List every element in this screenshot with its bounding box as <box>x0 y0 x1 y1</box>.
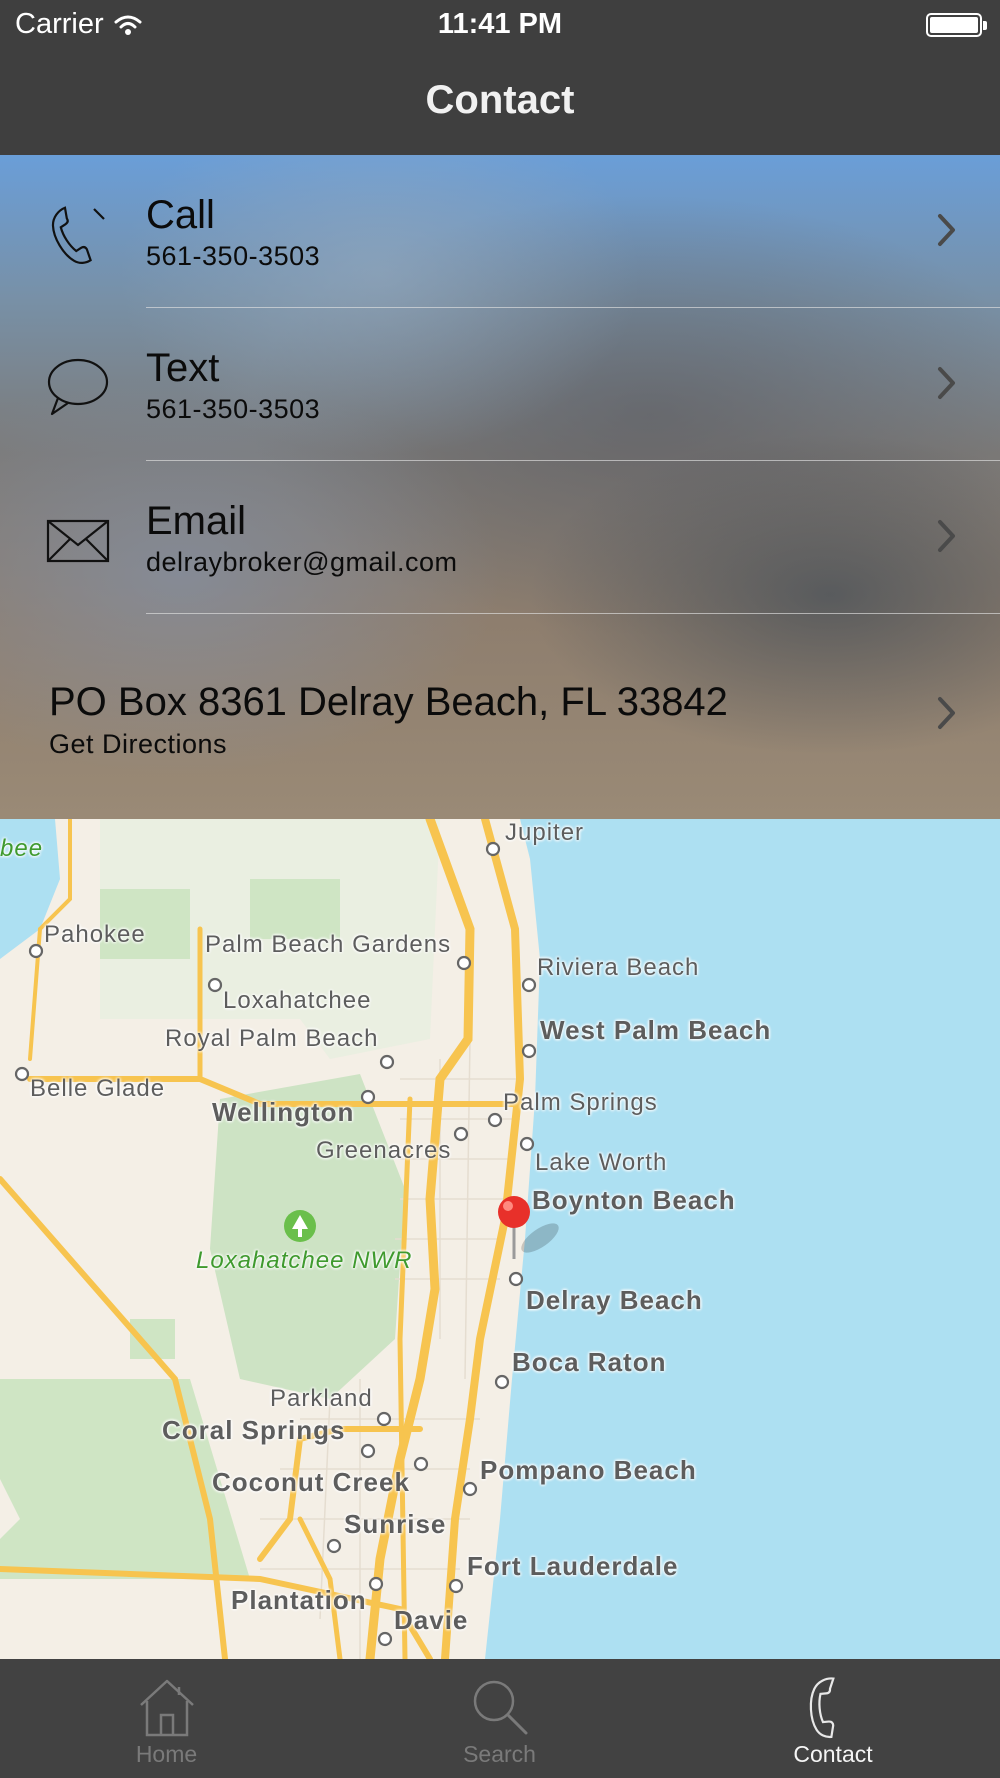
chat-bubble-icon <box>47 358 109 416</box>
house-icon <box>139 1679 194 1737</box>
phone-icon <box>809 1677 835 1739</box>
map-label-coconut-creek: Coconut Creek <box>212 1467 410 1497</box>
tab-home-label: Home <box>135 1741 198 1767</box>
status-time: 11:41 PM <box>437 8 563 40</box>
map-label-fort-lauderdale: Fort Lauderdale <box>467 1551 679 1581</box>
map-label-sunrise: Sunrise <box>344 1509 447 1539</box>
map-view[interactable]: Jupiter bee Pahokee Palm Beach Gardens R… <box>0 819 1000 1659</box>
tab-contact-label: Contact <box>793 1741 873 1767</box>
map-label-jupiter: Jupiter <box>505 819 585 846</box>
text-row[interactable]: Text 561-350-3503 <box>0 308 1000 461</box>
map-label-wellington: Wellington <box>212 1097 355 1127</box>
map-label-coral-springs: Coral Springs <box>162 1415 346 1445</box>
chevron-right-icon <box>938 697 955 729</box>
tab-home[interactable]: Home <box>0 1659 333 1778</box>
map-label-loxahatchee-nwr: Loxahatchee NWR <box>196 1247 413 1274</box>
envelope-icon <box>46 519 110 563</box>
magnifier-icon <box>473 1680 527 1735</box>
call-title: Call <box>146 193 215 237</box>
map-label-delray-beach: Delray Beach <box>526 1285 703 1315</box>
page-title: Contact <box>425 78 575 122</box>
email-title: Email <box>146 499 247 543</box>
map-label-west-palm-beach: West Palm Beach <box>540 1015 772 1045</box>
email-row[interactable]: Email delraybroker@gmail.com <box>0 461 1000 614</box>
tab-search-label: Search <box>463 1741 536 1767</box>
text-title: Text <box>146 346 220 390</box>
map-label-loxahatchee: Loxahatchee <box>223 987 372 1014</box>
map-label-pahokee: Pahokee <box>44 921 146 948</box>
map-label-royal-palm-beach: Royal Palm Beach <box>165 1025 379 1052</box>
map-label-lake-worth: Lake Worth <box>535 1149 668 1176</box>
email-address: delraybroker@gmail.com <box>146 547 458 577</box>
map-label-parkland: Parkland <box>270 1385 373 1412</box>
map-label-greenacres: Greenacres <box>316 1137 452 1164</box>
map-label-palm-springs: Palm Springs <box>503 1089 658 1116</box>
tab-search[interactable]: Search <box>333 1659 666 1778</box>
map-label-plantation: Plantation <box>231 1585 367 1615</box>
chevron-right-icon <box>938 367 955 399</box>
map-label-belle-glade: Belle Glade <box>30 1075 166 1102</box>
get-directions-link[interactable]: Get Directions <box>49 729 227 760</box>
text-number: 561-350-3503 <box>146 394 321 424</box>
chevron-right-icon <box>938 520 955 552</box>
chevron-right-icon <box>938 214 955 246</box>
map-canvas <box>0 819 1000 1659</box>
battery-icon <box>926 13 987 37</box>
map-label-boynton-beach: Boynton Beach <box>532 1185 736 1215</box>
tab-bar: Home Search Contact <box>0 1659 1000 1778</box>
map-label-bee: bee <box>0 835 44 862</box>
top-bar: Carrier 11:41 PM Contact <box>0 0 1000 155</box>
contact-panel: Call 561-350-3503 Text 561-350-3503 Emai… <box>0 155 1000 819</box>
map-label-riviera-beach: Riviera Beach <box>537 954 700 981</box>
address-title: PO Box 8361 Delray Beach, FL 33842 <box>49 680 728 724</box>
call-row[interactable]: Call 561-350-3503 <box>0 155 1000 308</box>
call-number: 561-350-3503 <box>146 241 321 271</box>
map-label-boca-raton: Boca Raton <box>512 1347 667 1377</box>
map-label-davie: Davie <box>394 1605 469 1635</box>
tab-contact[interactable]: Contact <box>666 1659 1000 1778</box>
phone-icon <box>51 206 105 264</box>
map-label-palm-beach-gardens: Palm Beach Gardens <box>205 931 452 958</box>
map-label-pompano-beach: Pompano Beach <box>480 1455 697 1485</box>
